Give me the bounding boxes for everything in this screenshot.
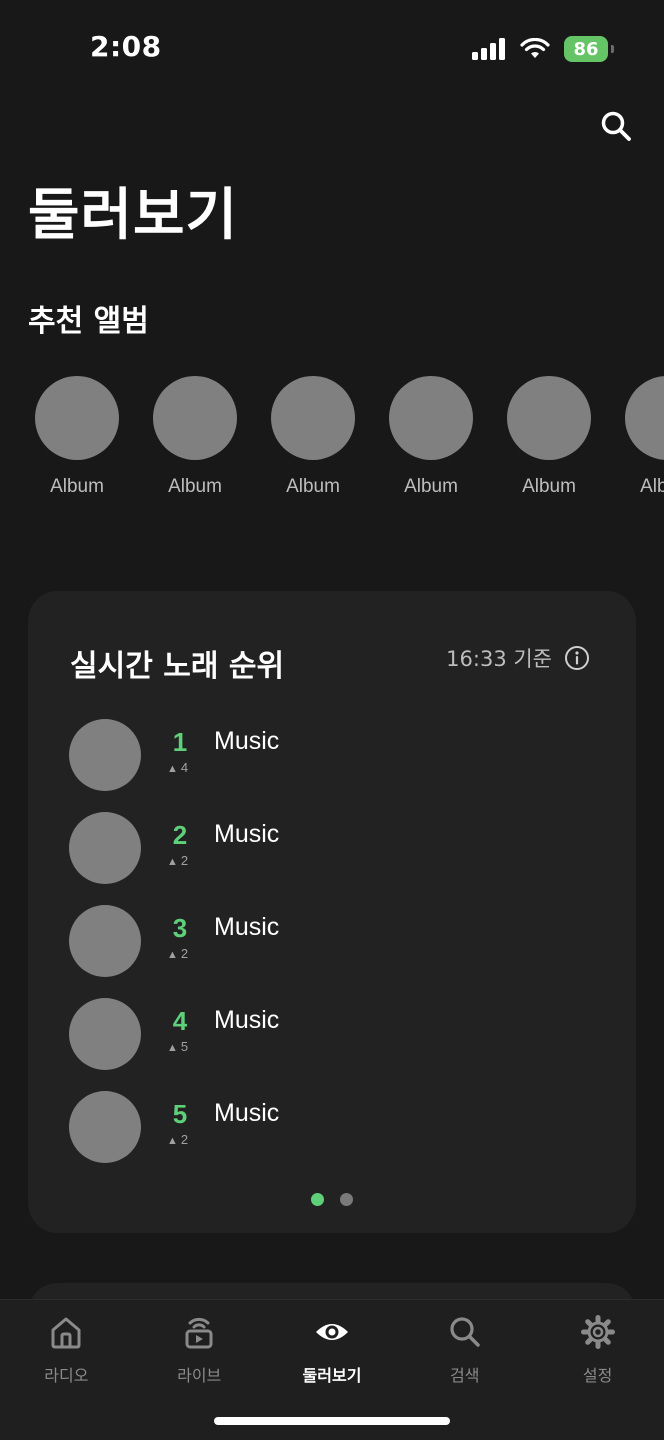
rank-change: ▲ 2 <box>167 1132 188 1147</box>
home-indicator[interactable] <box>214 1417 450 1425</box>
song-thumbnail[interactable] <box>69 812 141 884</box>
rank-number: 2 <box>172 820 188 850</box>
song-thumbnail[interactable] <box>69 905 141 977</box>
tab-live[interactable]: 라이브 <box>133 1314 265 1386</box>
explore-screen: 2:08 86 둘러보기 추천 앨범 Album Album Album Alb… <box>0 0 664 1440</box>
song-thumbnail[interactable] <box>69 998 141 1070</box>
song-title[interactable]: Music <box>214 913 279 942</box>
tab-search[interactable]: 검색 <box>399 1314 531 1386</box>
album-item[interactable]: Album <box>153 376 237 498</box>
album-item[interactable]: Album <box>35 376 119 498</box>
status-time: 2:08 <box>90 30 162 63</box>
tab-bar: 라디오 라이브 둘러보기 검색 설정 <box>0 1299 664 1440</box>
search-icon <box>450 1317 480 1347</box>
wifi-icon <box>520 38 550 58</box>
album-label: Album <box>522 476 576 497</box>
rank-up-icon: ▲ <box>167 856 178 868</box>
rank-change: ▲ 4 <box>167 760 188 775</box>
song-title[interactable]: Music <box>214 1099 279 1128</box>
rank-change: ▲ 2 <box>167 853 188 868</box>
rank-number: 4 <box>172 1006 188 1036</box>
rank-up-icon: ▲ <box>167 1042 178 1054</box>
tab-radio[interactable]: 라디오 <box>0 1314 132 1386</box>
album-label: Album <box>404 476 458 497</box>
realtime-chart-card[interactable]: 실시간 노래 순위 16:33 기준 1 ▲ 4 Music 2 ▲ 2 Music <box>28 591 636 1233</box>
chart-updated-time: 16:33 기준 <box>446 647 552 671</box>
rank-change: ▲ 5 <box>167 1039 188 1054</box>
rank-change-value: 2 <box>180 853 189 868</box>
rank-row[interactable]: 2 ▲ 2 Music <box>69 812 589 905</box>
album-label: Album <box>286 476 340 497</box>
rank-change-value: 2 <box>180 1132 189 1147</box>
rank-list: 1 ▲ 4 Music 2 ▲ 2 Music 3 ▲ 2 Music 4 ▲ 5 Mu… <box>69 719 589 1184</box>
rank-change-value: 2 <box>180 946 189 961</box>
tab-label: 라디오 <box>44 1366 89 1385</box>
gear-icon <box>580 1315 615 1349</box>
page-dot-active[interactable] <box>311 1193 324 1206</box>
tab-label: 설정 <box>582 1366 613 1385</box>
album-item[interactable]: Album <box>389 376 473 498</box>
song-title[interactable]: Music <box>214 820 279 849</box>
live-icon <box>185 1317 213 1349</box>
album-item[interactable]: Album <box>271 376 355 498</box>
chart-updated: 16:33 기준 <box>446 643 590 673</box>
album-cover[interactable] <box>35 376 119 460</box>
eye-icon <box>315 1324 348 1340</box>
rank-up-icon: ▲ <box>167 763 178 775</box>
album-cover[interactable] <box>625 376 664 460</box>
album-cover[interactable] <box>389 376 473 460</box>
album-cover[interactable] <box>153 376 237 460</box>
rank-number: 5 <box>172 1099 188 1129</box>
rank-row[interactable]: 4 ▲ 5 Music <box>69 998 589 1091</box>
tab-explore[interactable]: 둘러보기 <box>266 1314 398 1386</box>
chart-title: 실시간 노래 순위 <box>70 649 285 684</box>
rank-up-icon: ▲ <box>167 949 178 961</box>
home-icon <box>51 1317 81 1349</box>
rank-change: ▲ 2 <box>167 946 188 961</box>
rank-change-value: 5 <box>180 1039 189 1054</box>
page-indicator[interactable] <box>28 1193 636 1206</box>
rank-change-value: 4 <box>180 760 189 775</box>
album-label: Album <box>50 476 104 497</box>
song-thumbnail[interactable] <box>69 719 141 791</box>
rank-row[interactable]: 1 ▲ 4 Music <box>69 719 589 812</box>
tab-label: 검색 <box>450 1366 480 1385</box>
rank-row[interactable]: 3 ▲ 2 Music <box>69 905 589 998</box>
rank-number: 3 <box>172 913 188 943</box>
album-item[interactable]: Album <box>625 376 664 498</box>
rank-number: 1 <box>172 727 188 757</box>
battery-level: 86 <box>573 38 599 60</box>
page-dot[interactable] <box>340 1193 353 1206</box>
album-label: Album <box>640 476 664 497</box>
tab-settings[interactable]: 설정 <box>532 1314 664 1386</box>
signal-icon <box>472 38 505 60</box>
song-thumbnail[interactable] <box>69 1091 141 1163</box>
album-cover[interactable] <box>271 376 355 460</box>
song-title[interactable]: Music <box>214 727 279 756</box>
album-label: Album <box>168 476 222 497</box>
page-title: 둘러보기 <box>28 183 239 248</box>
recommended-albums-title: 추천 앨범 <box>28 304 149 339</box>
rank-up-icon: ▲ <box>167 1135 178 1147</box>
tab-label: 둘러보기 <box>302 1366 362 1385</box>
rank-row[interactable]: 5 ▲ 2 Music <box>69 1091 589 1184</box>
album-cover[interactable] <box>507 376 591 460</box>
search-icon[interactable] <box>600 110 632 142</box>
album-item[interactable]: Album <box>507 376 591 498</box>
info-icon[interactable] <box>564 645 590 671</box>
song-title[interactable]: Music <box>214 1006 279 1035</box>
album-carousel[interactable]: Album Album Album Album Album Album <box>35 376 664 498</box>
status-icons: 86 <box>472 36 614 62</box>
tab-label: 라이브 <box>177 1366 222 1385</box>
battery-indicator: 86 <box>564 36 614 62</box>
